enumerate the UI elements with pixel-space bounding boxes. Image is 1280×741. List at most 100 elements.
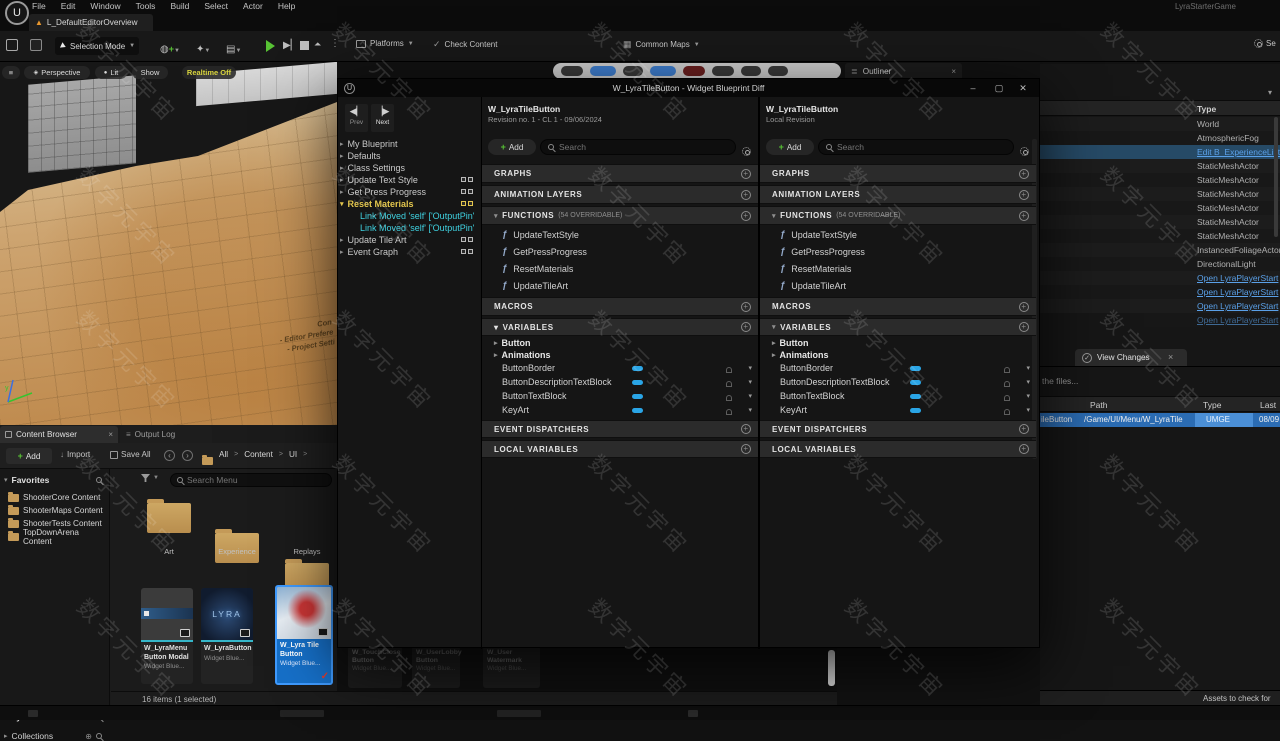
add-anim-icon[interactable]: +	[741, 189, 751, 200]
asset-card[interactable]: W_LyraMenu Button Modal Widget Blue...	[141, 588, 193, 684]
asset-card-dim[interactable]: W_UserLobby Button Widget Blue...	[412, 646, 462, 688]
gear-icon[interactable]	[742, 147, 751, 156]
variable-item[interactable]: ButtonBorder ▾	[482, 363, 758, 373]
tree-item-get-press-progress[interactable]: ▸ Get Press Progress	[340, 187, 426, 197]
section-graphs[interactable]: GRAPHS +	[482, 164, 758, 183]
chevron-down-icon[interactable]: ▾	[1026, 378, 1030, 386]
section-animation-layers[interactable]: ANIMATION LAYERS +	[760, 185, 1036, 204]
add-macro-icon[interactable]: +	[741, 301, 751, 312]
search-box[interactable]	[540, 139, 736, 155]
outliner-row[interactable]: Edit B_ExperienceList	[1040, 145, 1280, 159]
add-graph-icon[interactable]: +	[741, 168, 751, 179]
close-icon[interactable]: ×	[108, 430, 113, 439]
diff-title-bar[interactable]: U W_LyraTileButton - Widget Blueprint Di…	[338, 79, 1039, 97]
section-graphs[interactable]: GRAPHS +	[760, 164, 1036, 183]
outliner-row[interactable]: Open LyraPlayerStart	[1040, 299, 1280, 313]
platforms-dropdown[interactable]: Platforms ▼	[356, 39, 414, 48]
variable-group-animations[interactable]: ▸ Animations	[760, 350, 1036, 360]
add-dispatcher-icon[interactable]: +	[741, 424, 751, 434]
asset-card-dim[interactable]: W_TouchClose Button Widget Blue...	[348, 646, 402, 688]
sidebar-item-shootercore[interactable]: ShooterCore Content	[0, 491, 109, 504]
collections-header[interactable]: ▸ Collections ⊕	[0, 731, 110, 741]
toolbar-pill[interactable]	[741, 66, 761, 76]
function-item[interactable]: ƒ UpdateTextStyle	[482, 229, 758, 240]
section-event-dispatchers[interactable]: EVENT DISPATCHERS +	[482, 420, 758, 438]
column-last[interactable]: Last	[1260, 400, 1276, 410]
function-item[interactable]: ƒ UpdateTextStyle	[760, 229, 1036, 240]
source-control-icon[interactable]	[30, 39, 42, 51]
search-input[interactable]	[837, 142, 1006, 152]
function-item[interactable]: ƒ GetPressProgress	[482, 246, 758, 257]
revision-control-icon[interactable]	[688, 710, 698, 717]
cb-save-all-button[interactable]: Save All	[110, 450, 151, 459]
variable-item[interactable]: ButtonTextBlock ▾	[482, 391, 758, 401]
toolbar-pill[interactable]	[768, 66, 788, 76]
chevron-down-icon[interactable]: ▾	[748, 406, 752, 414]
play-button[interactable]	[266, 40, 275, 52]
add-function-icon[interactable]: +	[1019, 210, 1029, 221]
variable-group-animations[interactable]: ▸ Animations	[482, 350, 758, 360]
bell-icon[interactable]	[726, 381, 732, 387]
section-macros[interactable]: MACROS +	[760, 297, 1036, 316]
save-icon[interactable]	[6, 39, 18, 51]
viewport-menu-button[interactable]: ≡	[2, 66, 20, 79]
toolbar-pill[interactable]	[623, 66, 643, 76]
sidebar-item-shootermaps[interactable]: ShooterMaps Content	[0, 504, 109, 517]
outliner-row[interactable]: StaticMeshActor	[1040, 173, 1280, 187]
close-icon[interactable]: ×	[1168, 352, 1173, 362]
content-drawer-icon[interactable]	[28, 710, 38, 717]
common-maps-dropdown[interactable]: ▦ Common Maps ▼	[623, 39, 700, 50]
variable-item[interactable]: ButtonDescriptionTextBlock ▾	[482, 377, 758, 387]
tree-item-event-graph[interactable]: ▸ Event Graph	[340, 247, 398, 257]
function-item[interactable]: ƒ UpdateTileArt	[482, 280, 758, 291]
variable-item[interactable]: ButtonDescriptionTextBlock ▾	[760, 377, 1036, 387]
show-dropdown[interactable]: Show	[132, 66, 168, 79]
chevron-down-icon[interactable]: ▾	[1026, 364, 1030, 372]
tree-item-reset-materials[interactable]: ▾ Reset Materials	[340, 199, 414, 209]
outliner-row[interactable]: StaticMeshActor	[1040, 201, 1280, 215]
realtime-off-badge[interactable]: Realtime Off	[182, 66, 236, 79]
favorites-header[interactable]: ▾ Favorites	[0, 473, 110, 487]
back-icon[interactable]: ‹	[164, 450, 175, 461]
viewport[interactable]: Con - Editor Prefere - Project Setti y ≡…	[0, 62, 337, 425]
section-functions[interactable]: ▾ FUNCTIONS (54 OVERRIDABLE) +	[760, 206, 1036, 225]
content-browser-tab[interactable]: Content Browser ×	[0, 426, 118, 443]
function-item[interactable]: ƒ ResetMaterials	[482, 263, 758, 274]
tree-item-class-settings[interactable]: ▸ Class Settings	[340, 163, 405, 173]
chevron-down-icon[interactable]: ▾	[1026, 392, 1030, 400]
cmd-icon[interactable]	[497, 710, 541, 717]
output-log-icon[interactable]	[280, 710, 324, 717]
outliner-row[interactable]: World	[1040, 117, 1280, 131]
changes-row[interactable]: ileButton /Game/UI/Menu/W_LyraTile UMGE …	[1040, 413, 1280, 427]
maximize-icon[interactable]: ▢	[989, 83, 1009, 94]
menu-window[interactable]: Window	[90, 1, 120, 11]
toolbar-pill[interactable]	[650, 66, 676, 76]
outliner-row[interactable]: StaticMeshActor	[1040, 187, 1280, 201]
asset-card-selected[interactable]: W_Lyra Tile Button Widget Blue... ✓	[275, 585, 333, 685]
column-path[interactable]: Path	[1090, 400, 1108, 410]
cinematics-button[interactable]: ▤▼	[226, 39, 241, 57]
column-type[interactable]: Type	[1203, 400, 1221, 410]
outliner-row[interactable]: StaticMeshActor	[1040, 159, 1280, 173]
outliner-row[interactable]: Open LyraPlayerStart	[1040, 313, 1280, 327]
asset-card[interactable]: LYRA W_LyraButton Widget Blue...	[201, 588, 253, 684]
breadcrumb-ui[interactable]: UI	[289, 450, 297, 459]
variable-item[interactable]: KeyArt ▾	[760, 405, 1036, 415]
next-button[interactable]: ▕▶ Next	[371, 104, 394, 132]
minimize-icon[interactable]: –	[963, 83, 983, 93]
section-local-variables[interactable]: LOCAL VARIABLES +	[760, 440, 1036, 458]
outliner-type-header[interactable]: Type	[1197, 104, 1216, 114]
cb-search-box[interactable]	[170, 473, 332, 487]
menu-edit[interactable]: Edit	[61, 1, 76, 11]
add-variable-icon[interactable]: +	[741, 322, 751, 332]
search-icon[interactable]	[96, 733, 102, 739]
folder-art[interactable]	[147, 499, 191, 533]
chevron-down-icon[interactable]: ▾	[748, 378, 752, 386]
chevron-down-icon[interactable]: ▾	[1268, 88, 1272, 97]
outliner-row[interactable]: StaticMeshActor	[1040, 229, 1280, 243]
outliner-row[interactable]: AtmosphericFog	[1040, 131, 1280, 145]
add-collection-icon[interactable]: ⊕	[85, 732, 92, 741]
cb-search-input[interactable]	[187, 475, 325, 485]
bell-icon[interactable]	[1004, 381, 1010, 387]
chevron-down-icon[interactable]: ▾	[748, 392, 752, 400]
